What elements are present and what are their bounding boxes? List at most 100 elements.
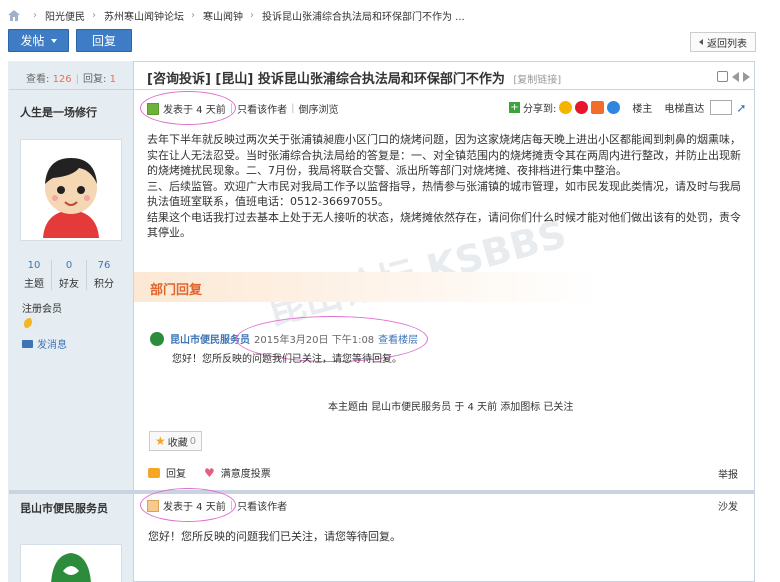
jump-go-icon[interactable]: ➚	[736, 102, 746, 114]
jump-floor-input[interactable]	[710, 100, 733, 115]
avatar[interactable]	[20, 139, 122, 241]
service-logo-icon	[150, 331, 164, 346]
department-reply-header: 部门回复	[134, 272, 754, 302]
next-thread-icon[interactable]	[743, 72, 750, 82]
post-content: 去年下半年就反映过两次关于张浦镇昶鹿小区门口的烧烤问题，因为这家烧烤店每天晚上进…	[147, 132, 741, 241]
post-divider	[9, 490, 754, 494]
jump-to-floor-label: 电梯直达	[664, 104, 705, 115]
breadcrumb-separator: ›	[191, 9, 195, 21]
weibo-share-icon[interactable]	[575, 101, 589, 114]
new-post-button[interactable]: 发帖	[8, 29, 69, 52]
home-icon[interactable]	[8, 9, 20, 21]
share-label: 分享到:	[523, 104, 557, 115]
reply-action[interactable]: 回复	[166, 465, 186, 480]
stat-points[interactable]: 76 积分	[87, 260, 121, 290]
quote-date: 2015年3月20日 下午1:08	[254, 335, 375, 346]
only-author-link[interactable]: 只看该作者	[237, 101, 287, 116]
moon-icon	[24, 318, 36, 330]
star-icon: ★	[155, 434, 166, 448]
back-label: 返回列表	[707, 38, 747, 50]
new-post-label: 发帖	[20, 34, 45, 48]
replies-label: 回复:	[83, 74, 107, 85]
reply-label: 回复	[91, 34, 116, 48]
post-floor: 沙发	[718, 502, 738, 513]
replies-count: 1	[109, 74, 116, 85]
stat-topics[interactable]: 10 主题	[17, 260, 52, 290]
breadcrumb-item-current[interactable]: 投诉昆山张浦综合执法局和环保部门不作为 ...	[262, 8, 465, 23]
avatar[interactable]	[20, 544, 122, 582]
post-time: 发表于 4 天前	[163, 502, 226, 513]
favorite-button[interactable]: ★ 收藏 0	[149, 431, 203, 451]
chevron-down-icon	[50, 38, 57, 43]
copy-link-button[interactable]: [复制链接]	[513, 75, 561, 86]
plus-icon[interactable]: +	[509, 102, 520, 113]
stat-label: 积分	[94, 279, 114, 290]
quote-author[interactable]: 昆山市便民服务员	[170, 331, 250, 346]
department-reply-title: 部门回复	[150, 283, 203, 298]
views-count: 126	[52, 74, 72, 85]
thread-title-text: [咨询投诉] [昆山] 投诉昆山张浦综合执法局和环保部门不作为	[147, 72, 505, 87]
stat-value: 0	[65, 260, 73, 271]
only-author-link[interactable]: 只看该作者	[237, 498, 287, 513]
stat-friends[interactable]: 0 好友	[52, 260, 87, 290]
stat-label: 主题	[24, 279, 44, 290]
favorite-label: 收藏	[167, 437, 188, 449]
reverse-order-link[interactable]: 倒序浏览	[298, 101, 338, 116]
report-link[interactable]: 举报	[718, 466, 738, 481]
breadcrumb-item[interactable]: 阳光便民	[45, 8, 85, 23]
avatar-image	[23, 142, 119, 238]
offline-status-icon	[147, 499, 159, 512]
post-author-name[interactable]: 人生是一场修行	[20, 104, 97, 120]
tencent-weibo-share-icon[interactable]	[607, 101, 621, 114]
send-message-link[interactable]: 发消息	[22, 336, 67, 351]
send-message-label: 发消息	[37, 340, 67, 351]
thread-stats: 查看: 126 | 回复: 1	[26, 70, 116, 85]
post-paragraph: 去年下半年就反映过两次关于张浦镇昶鹿小区门口的烧烤问题，因为这家烧烤店每天晚上进…	[147, 133, 741, 177]
rate-action[interactable]: 满意度投票	[221, 465, 271, 480]
envelope-icon	[22, 339, 33, 348]
meta-divider: |	[229, 500, 234, 511]
breadcrumb: › 阳光便民 › 苏州寒山闻钟论坛 › 寒山闻钟 › 投诉昆山张浦综合执法局和环…	[8, 6, 465, 24]
post-actions: 回复 ♥ 满意度投票	[148, 465, 271, 480]
post-floor: 楼主	[632, 104, 653, 115]
post-meta: 发表于 4 天前 | 只看该作者	[147, 498, 287, 513]
heart-icon: ♥	[204, 465, 215, 480]
post-paragraph: 三、后续监管。欢迎广大市民对我局工作予以监督指导，热情参与张浦镇的城市管理，如市…	[147, 179, 741, 209]
stat-value: 10	[27, 260, 41, 271]
stat-label: 好友	[59, 279, 79, 290]
back-to-list-button[interactable]: 返回列表	[690, 32, 756, 52]
quote-header: 昆山市便民服务员 2015年3月20日 下午1:08 查看楼层	[150, 331, 418, 346]
breadcrumb-item[interactable]: 寒山闻钟	[203, 8, 243, 23]
view-floor-link[interactable]: 查看楼层	[378, 331, 418, 346]
user-group[interactable]: 注册会员	[22, 300, 62, 315]
breadcrumb-separator: ›	[250, 9, 254, 21]
reply-icon	[148, 467, 160, 478]
breadcrumb-item[interactable]: 苏州寒山闻钟论坛	[104, 8, 184, 23]
online-status-icon	[147, 102, 159, 115]
renren-share-icon[interactable]	[591, 101, 605, 114]
service-logo-icon	[51, 553, 91, 582]
meta-divider: |	[229, 103, 234, 114]
reply-button[interactable]: 回复	[76, 29, 132, 52]
title-tools	[717, 71, 750, 82]
topic-status-note: 本主题由 昆山市便民服务员 于 4 天前 添加图标 已关注	[328, 402, 574, 413]
stat-value: 76	[97, 260, 111, 271]
breadcrumb-separator: ›	[92, 9, 96, 21]
views-label: 查看:	[26, 74, 50, 85]
qzone-share-icon[interactable]	[559, 101, 573, 114]
user-stats: 10 主题 0 好友 76 积分	[17, 260, 121, 290]
favorite-count: 0	[189, 435, 197, 447]
post-meta: 发表于 4 天前 | 只看该作者 | 倒序浏览	[147, 101, 338, 116]
share-bar: + 分享到: 楼主 电梯直达 ➚	[509, 100, 746, 115]
quote-text: 您好！您所反映的问题我们已关注，请您等待回复。	[172, 354, 402, 365]
post-author-name[interactable]: 昆山市便民服务员	[20, 500, 108, 516]
meta-divider: |	[291, 103, 295, 114]
post-content: 您好！您所反映的问题我们已关注，请您等待回复。	[148, 530, 401, 543]
stats-divider: |	[75, 74, 80, 85]
post-time: 发表于 4 天前	[163, 105, 226, 116]
print-icon[interactable]	[717, 71, 728, 82]
previous-thread-icon[interactable]	[732, 72, 739, 82]
arrow-left-icon	[699, 39, 703, 45]
breadcrumb-separator: ›	[33, 9, 37, 21]
thread-title: [咨询投诉] [昆山] 投诉昆山张浦综合执法局和环保部门不作为 [复制链接]	[147, 68, 561, 87]
